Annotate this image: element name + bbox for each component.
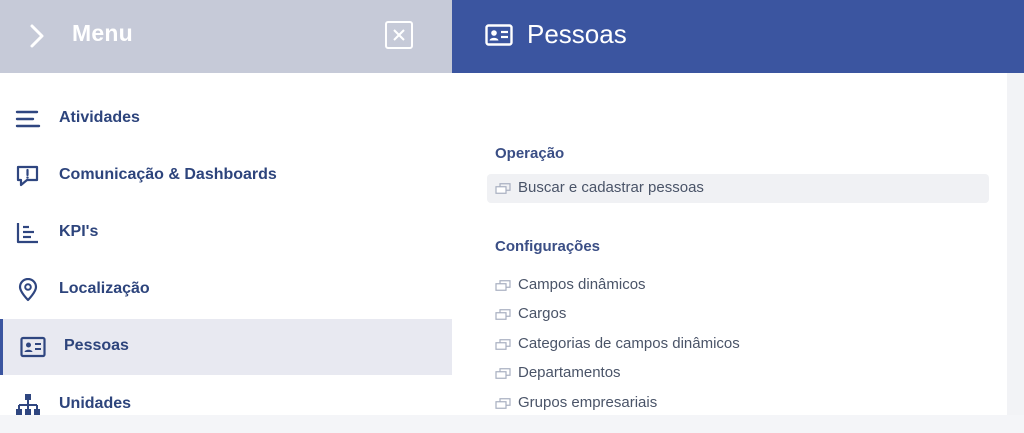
submenu-item[interactable]: Departamentos bbox=[487, 359, 989, 388]
submenu-item[interactable]: Grupos empresariais bbox=[487, 389, 989, 418]
chevron-right-icon[interactable] bbox=[24, 22, 50, 50]
menu-header: Menu bbox=[0, 0, 452, 73]
menu-item-atividades[interactable]: Atividades bbox=[0, 91, 452, 147]
menu-item-label: Localização bbox=[59, 280, 150, 297]
section-title-configuracoes: Configurações bbox=[495, 238, 601, 255]
submenu-item[interactable]: Buscar e cadastrar pessoas bbox=[487, 174, 989, 203]
menu-item-localizacao[interactable]: Localização bbox=[0, 262, 452, 318]
menu-item-pessoas[interactable]: Pessoas bbox=[0, 319, 452, 375]
section-title-operacao: Operação bbox=[495, 145, 565, 162]
windows-icon bbox=[495, 368, 511, 379]
menu-item-label: Comunicação & Dashboards bbox=[59, 166, 277, 183]
list-icon bbox=[15, 110, 41, 128]
windows-icon bbox=[495, 280, 511, 291]
id-card-icon bbox=[485, 24, 513, 46]
location-pin-icon bbox=[18, 278, 38, 302]
submenu-item[interactable]: Campos dinâmicos bbox=[487, 271, 989, 300]
chat-alert-icon bbox=[16, 165, 39, 187]
submenu-item-label: Categorias de campos dinâmicos bbox=[518, 335, 740, 352]
submenu-item-label: Grupos empresariais bbox=[518, 394, 658, 411]
close-icon bbox=[393, 29, 405, 41]
windows-icon bbox=[495, 309, 511, 320]
menu-item-kpis[interactable]: KPI's bbox=[0, 205, 452, 261]
scrollbar[interactable] bbox=[1007, 73, 1024, 415]
windows-icon bbox=[495, 339, 511, 350]
windows-icon bbox=[495, 398, 511, 409]
submenu-item-label: Campos dinâmicos bbox=[518, 276, 646, 293]
menu-item-comunicacao-dashboards[interactable]: Comunicação & Dashboards bbox=[0, 148, 452, 204]
menu-item-label: Atividades bbox=[59, 109, 140, 126]
submenu-item-label: Buscar e cadastrar pessoas bbox=[518, 179, 704, 196]
org-chart-icon bbox=[16, 394, 40, 415]
submenu-item-label: Departamentos bbox=[518, 364, 621, 381]
page-title: Pessoas bbox=[527, 19, 627, 49]
menu-item-unidades[interactable]: Unidades bbox=[0, 377, 452, 433]
content-panel: Operação Buscar e cadastrar pessoas Conf… bbox=[452, 73, 1007, 415]
bar-chart-icon bbox=[16, 223, 38, 244]
menu-item-label: Unidades bbox=[59, 395, 132, 412]
submenu-item[interactable]: Categorias de campos dinâmicos bbox=[487, 330, 989, 359]
submenu-item[interactable]: Cargos bbox=[487, 300, 989, 329]
menu-item-label: Pessoas bbox=[64, 337, 129, 354]
menu-item-label: KPI's bbox=[59, 223, 99, 240]
close-menu-button[interactable] bbox=[385, 21, 413, 49]
menu-title: Menu bbox=[72, 20, 133, 46]
submenu-item-label: Cargos bbox=[518, 305, 567, 322]
id-card-icon bbox=[20, 336, 46, 358]
side-menu: Menu Atividades Comunicação & Dashboards bbox=[0, 0, 452, 415]
page-header: Pessoas bbox=[452, 0, 1024, 73]
windows-icon bbox=[495, 183, 511, 194]
